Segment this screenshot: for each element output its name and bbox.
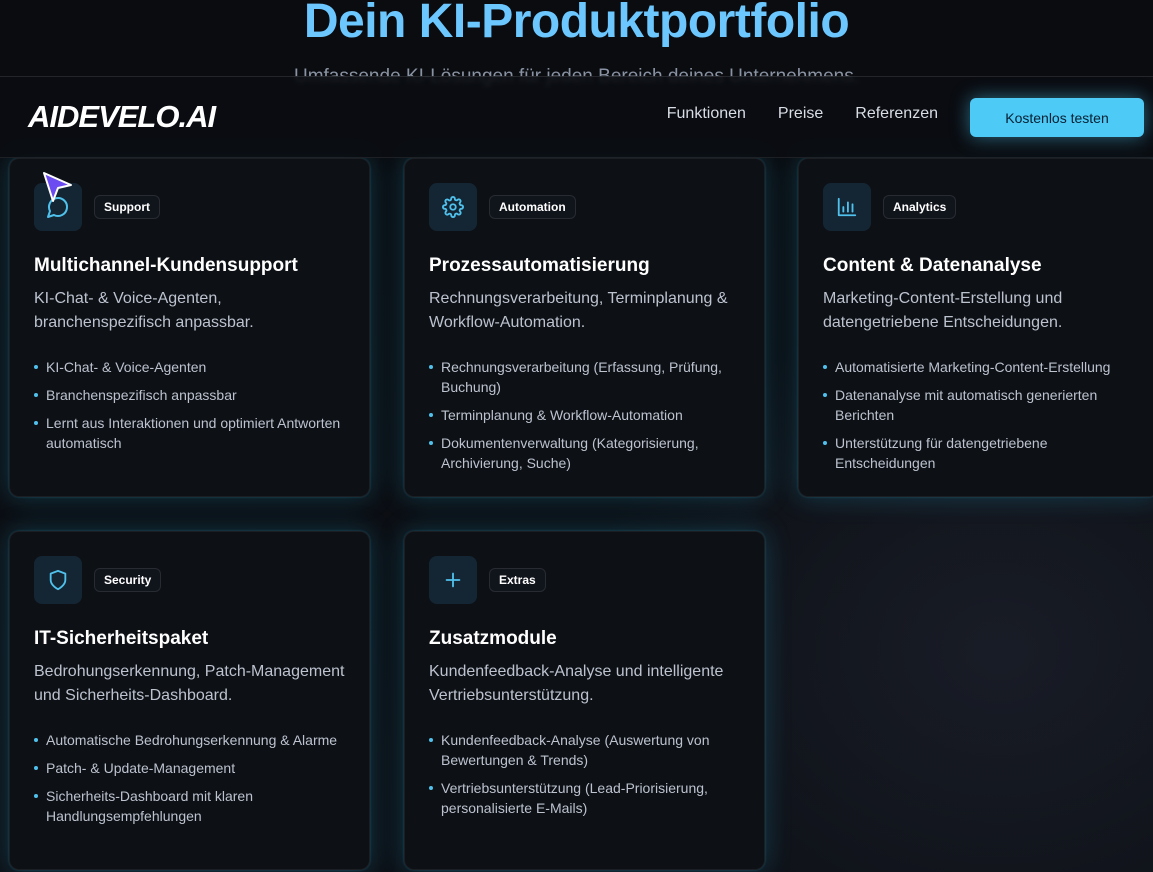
feature-item: Datenanalyse mit automatisch generierten… <box>823 385 1134 425</box>
feature-list: Rechnungsverarbeitung (Erfassung, Prüfun… <box>429 357 740 473</box>
card-title: Prozessautomatisierung <box>429 255 650 276</box>
category-badge: Security <box>94 568 162 592</box>
feature-list: KI-Chat- & Voice-Agenten Branchenspezifi… <box>34 357 345 453</box>
card-description: Marketing-Content-Erstellung und datenge… <box>823 290 1063 331</box>
feature-list: Kundenfeedback-Analyse (Auswertung von B… <box>429 730 740 818</box>
category-badge: Support <box>94 195 160 219</box>
nav-link-preise[interactable]: Preise <box>778 105 823 123</box>
feature-item: KI-Chat- & Voice-Agenten <box>34 357 345 377</box>
feature-item: Terminplanung & Workflow-Automation <box>429 405 740 425</box>
mouse-cursor-icon <box>43 172 72 202</box>
card-title: IT-Sicherheitspaket <box>34 628 209 649</box>
free-trial-button[interactable]: Kostenlos testen <box>970 98 1144 137</box>
product-card-analytics: Analytics Content & Datenanalyse Marketi… <box>798 158 1153 497</box>
page-title: Dein KI-Produktportfolio <box>303 0 850 48</box>
feature-list: Automatisierte Marketing-Content-Erstell… <box>823 357 1134 473</box>
feature-item: Lernt aus Interaktionen und optimiert An… <box>34 413 345 453</box>
nav-link-funktionen[interactable]: Funktionen <box>667 105 746 123</box>
feature-list: Automatische Bedrohungserkennung & Alarm… <box>34 730 345 826</box>
category-badge: Extras <box>489 568 546 592</box>
product-card-extras: Extras Zusatzmodule Kundenfeedback-Analy… <box>404 531 765 870</box>
product-card-automation: Automation Prozessautomatisierung Rechnu… <box>404 158 765 497</box>
card-description: Kundenfeedback-Analyse und intelligente … <box>429 663 724 704</box>
plus-icon <box>429 556 477 604</box>
page: Dein KI-Produktportfolio Umfassende KI-L… <box>0 0 1153 872</box>
category-badge: Analytics <box>883 195 957 219</box>
card-description: Bedrohungserkennung, Patch-Management un… <box>34 663 345 704</box>
bar-chart-icon <box>823 183 871 231</box>
category-badge: Automation <box>489 195 576 219</box>
product-card-security: Security IT-Sicherheitspaket Bedrohungse… <box>9 531 370 870</box>
shield-icon <box>34 556 82 604</box>
top-navbar: AIDEVELO.AI Funktionen Preise Referenzen… <box>0 76 1153 158</box>
card-description: Rechnungsverarbeitung, Terminplanung & W… <box>429 290 728 331</box>
feature-item: Dokumentenverwaltung (Kategorisierung, A… <box>429 433 740 473</box>
feature-item: Unterstützung für datengetriebene Entsch… <box>823 433 1134 473</box>
card-title: Multichannel-Kundensupport <box>34 255 298 276</box>
brand-logo[interactable]: AIDEVELO.AI <box>28 96 216 138</box>
nav-links: Funktionen Preise Referenzen <box>667 105 938 123</box>
feature-item: Rechnungsverarbeitung (Erfassung, Prüfun… <box>429 357 740 397</box>
feature-item: Sicherheits-Dashboard mit klaren Handlun… <box>34 786 345 826</box>
product-card-support: Support Multichannel-Kundensupport KI-Ch… <box>9 158 370 497</box>
feature-item: Kundenfeedback-Analyse (Auswertung von B… <box>429 730 740 770</box>
feature-item: Automatisierte Marketing-Content-Erstell… <box>823 357 1134 377</box>
card-title: Zusatzmodule <box>429 628 557 649</box>
feature-item: Automatische Bedrohungserkennung & Alarm… <box>34 730 345 750</box>
feature-item: Branchenspezifisch anpassbar <box>34 385 345 405</box>
card-title: Content & Datenanalyse <box>823 255 1042 276</box>
feature-item: Vertriebsunterstützung (Lead-Priorisieru… <box>429 778 740 818</box>
nav-link-referenzen[interactable]: Referenzen <box>855 105 938 123</box>
logo-text: AIDEVELO.AI <box>28 99 216 134</box>
feature-item: Patch- & Update-Management <box>34 758 345 778</box>
card-description: KI-Chat- & Voice-Agenten, branchenspezif… <box>34 290 254 331</box>
gear-icon <box>429 183 477 231</box>
